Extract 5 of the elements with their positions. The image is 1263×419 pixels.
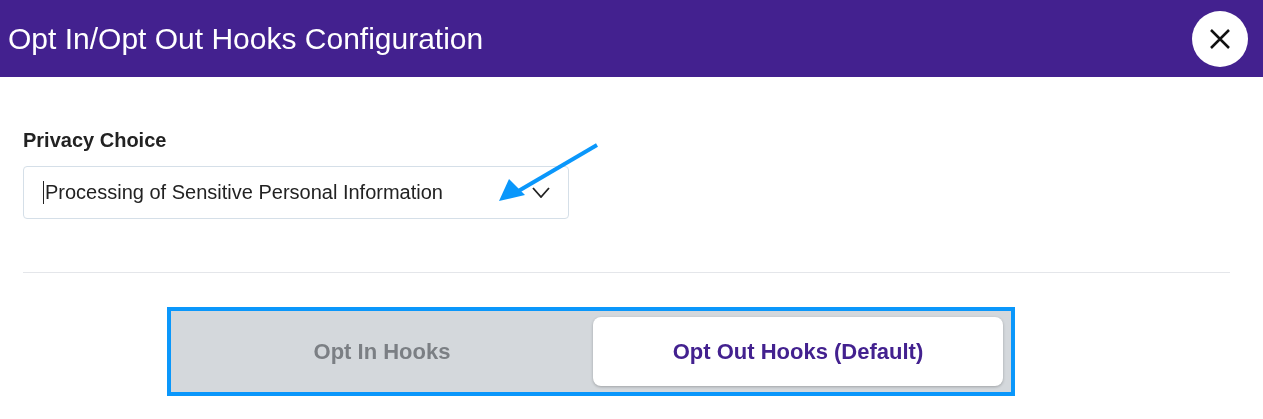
- chevron-down-icon: [532, 187, 550, 198]
- field-label: Privacy Choice: [23, 129, 168, 152]
- close-icon: [1209, 27, 1231, 50]
- hook-tab[interactable]: Opt Out Hooks (Default): [593, 317, 1003, 386]
- window-title: Opt In/Opt Out Hooks Configuration: [8, 21, 484, 56]
